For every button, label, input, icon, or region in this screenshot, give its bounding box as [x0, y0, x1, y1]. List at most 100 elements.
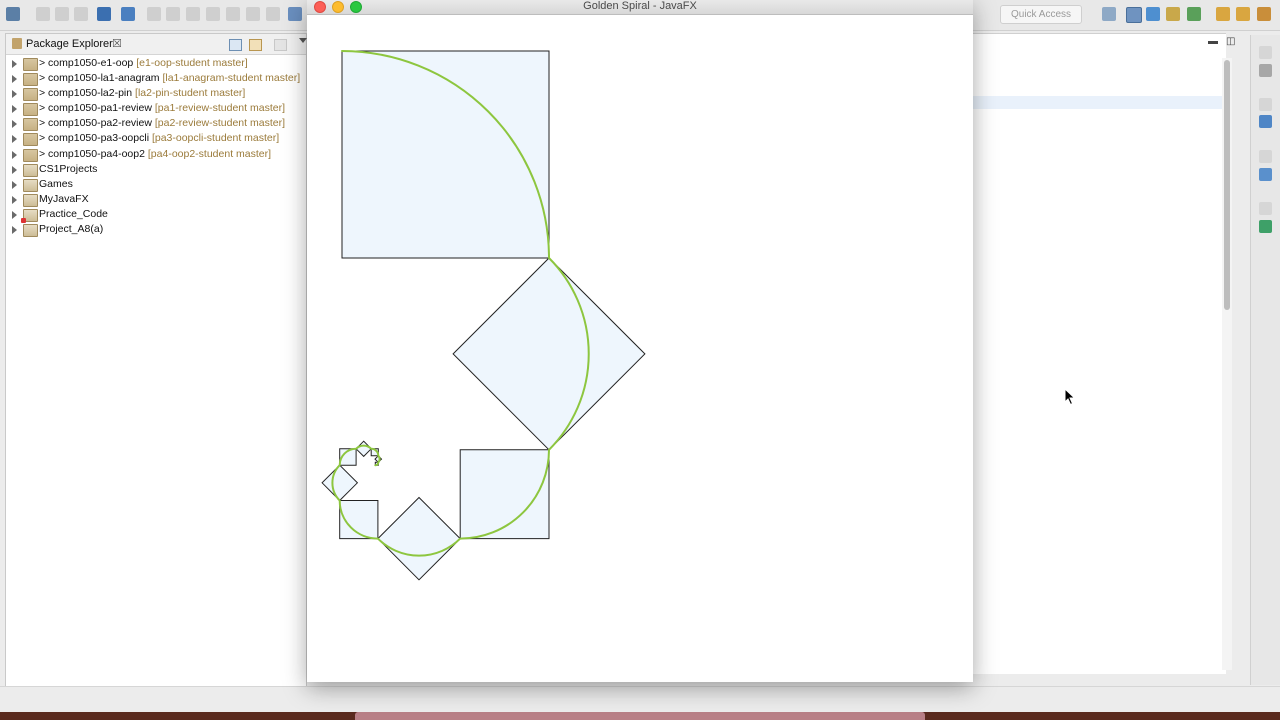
expand-arrow-icon[interactable]: [12, 135, 17, 144]
tree-item-label: CS1Projects: [39, 162, 97, 177]
resume-icon[interactable]: [147, 7, 161, 21]
open-folder-icon[interactable]: [1216, 7, 1230, 21]
maximize-icon[interactable]: ◫: [1226, 36, 1235, 47]
skip-breakpoints-icon[interactable]: [121, 7, 135, 21]
restore-4-icon[interactable]: [1259, 202, 1272, 215]
disconnect-icon[interactable]: [206, 7, 220, 21]
tree-item-label: Games: [39, 177, 73, 192]
dock[interactable]: [355, 712, 925, 720]
open-folder-2-icon[interactable]: [1236, 7, 1250, 21]
git-project-icon: [23, 88, 38, 102]
print-icon[interactable]: [74, 7, 88, 21]
tree-item[interactable]: > comp1050-la2-pin [la2-pin-student mast…: [6, 86, 306, 102]
golden-square: [459, 449, 550, 540]
tree-item[interactable]: > comp1050-la1-anagram [la1-anagram-stud…: [6, 71, 306, 87]
expand-arrow-icon[interactable]: [12, 75, 17, 84]
java-perspective-icon[interactable]: [1126, 7, 1142, 23]
right-trim-stack: [1250, 35, 1280, 685]
tree-item[interactable]: Project_A8(a): [6, 222, 306, 238]
expand-arrow-icon[interactable]: [12, 105, 17, 114]
tree-item[interactable]: Practice_Code: [6, 207, 306, 223]
terminal-icon[interactable]: [97, 7, 111, 21]
collapse-all-icon[interactable]: [229, 39, 242, 51]
download-icon[interactable]: [1259, 220, 1272, 233]
mouse-cursor-icon: [1064, 388, 1076, 406]
quick-access-field[interactable]: Quick Access: [1000, 5, 1082, 24]
open-perspective-icon[interactable]: [1102, 7, 1116, 21]
tree-item[interactable]: MyJavaFX: [6, 192, 306, 207]
restore-3-icon[interactable]: [1259, 150, 1272, 163]
spiral-canvas: [321, 50, 646, 581]
git-project-icon: [23, 118, 38, 132]
tree-item[interactable]: CS1Projects: [6, 162, 306, 177]
tree-item-label: > comp1050-pa4-oop2 [pa4-oop2-student ma…: [39, 147, 271, 162]
tree-item[interactable]: > comp1050-pa2-review [pa2-review-studen…: [6, 116, 306, 132]
project-name: Project_A8(a): [39, 223, 104, 236]
expand-arrow-icon[interactable]: [12, 150, 17, 159]
git-perspective-icon[interactable]: [1166, 7, 1180, 21]
project-name: CS1Projects: [39, 162, 98, 175]
package-explorer-header: Package Explorer ☒: [6, 34, 307, 55]
tree-item[interactable]: > comp1050-pa4-oop2 [pa4-oop2-student ma…: [6, 147, 306, 162]
tree-item-label: > comp1050-pa2-review [pa2-review-studen…: [39, 116, 285, 131]
restore-icon[interactable]: [1259, 46, 1272, 59]
focus-icon[interactable]: [274, 39, 287, 51]
window-titlebar[interactable]: Golden Spiral - JavaFX: [307, 0, 973, 15]
javafx-window: Golden Spiral - JavaFX: [307, 0, 973, 682]
expand-arrow-icon[interactable]: [12, 120, 17, 129]
suspend-icon[interactable]: [166, 7, 180, 21]
step-into-icon[interactable]: [226, 7, 240, 21]
minimize-icon[interactable]: ▬: [1208, 36, 1218, 47]
expand-arrow-icon[interactable]: [12, 90, 17, 99]
package-explorer-panel: Package Explorer ☒ > comp1050-e1-oop [e1…: [5, 33, 307, 688]
debug-perspective-icon[interactable]: [1187, 7, 1201, 21]
git-branch-label: [pa3-oopcli-student master]: [149, 132, 280, 145]
tree-item[interactable]: > comp1050-pa1-review [pa1-review-studen…: [6, 101, 306, 117]
task-list-icon[interactable]: [1259, 115, 1272, 128]
expand-arrow-icon[interactable]: [12, 165, 17, 174]
project-name: > comp1050-la2-pin: [39, 87, 133, 100]
save-icon[interactable]: [36, 7, 50, 21]
expand-arrow-icon[interactable]: [12, 195, 17, 204]
expand-arrow-icon[interactable]: [12, 226, 17, 235]
restore-2-icon[interactable]: [1259, 98, 1272, 111]
git-project-icon: [23, 133, 38, 147]
java-project-icon: [23, 193, 38, 207]
project-name: > comp1050-pa2-review: [39, 117, 152, 130]
expand-arrow-icon[interactable]: [12, 60, 17, 68]
git-branch-label: [la2-pin-student master]: [132, 87, 246, 100]
tree-item-label: Practice_Code: [39, 207, 108, 222]
tree-item-label: > comp1050-la1-anagram [la1-anagram-stud…: [39, 71, 300, 86]
python-perspective-icon[interactable]: [1146, 7, 1160, 21]
step-return-icon[interactable]: [266, 7, 280, 21]
close-view-icon[interactable]: ☒: [112, 37, 122, 50]
java-project-error-icon: [21, 208, 38, 223]
git-branch-label: [pa4-oop2-student master]: [144, 147, 272, 160]
editor-scrollbar-thumb[interactable]: [1224, 60, 1230, 310]
view-menu-icon[interactable]: [299, 38, 307, 43]
package-explorer-title[interactable]: Package Explorer: [26, 38, 113, 50]
tree-item[interactable]: Games: [6, 177, 306, 192]
tree-item[interactable]: > comp1050-e1-oop [e1-oop-student master…: [6, 56, 306, 71]
java-project-icon: [23, 178, 38, 192]
new-wizard-icon[interactable]: [6, 7, 20, 21]
save-all-icon[interactable]: [55, 7, 69, 21]
git-project-icon: [23, 148, 38, 162]
tree-item-label: > comp1050-pa3-oopcli [pa3-oopcli-studen…: [39, 131, 279, 146]
project-name: Games: [39, 177, 73, 190]
git-branch-label: [pa1-review-student master]: [151, 102, 285, 115]
terminate-icon[interactable]: [186, 7, 200, 21]
git-project-icon: [23, 103, 38, 117]
expand-arrow-icon[interactable]: [12, 210, 17, 219]
toggle-icon[interactable]: [288, 7, 302, 21]
tree-item[interactable]: > comp1050-pa3-oopcli [pa3-oopcli-studen…: [6, 131, 306, 147]
project-name: > comp1050-pa3-oopcli: [39, 132, 150, 145]
run-tool-icon[interactable]: [1257, 7, 1271, 21]
expand-arrow-icon[interactable]: [12, 180, 17, 189]
tree-item-label: Project_A8(a): [39, 222, 103, 237]
link-with-editor-icon[interactable]: [249, 39, 262, 51]
outline-view-icon[interactable]: [1259, 64, 1272, 77]
hierarchy-icon[interactable]: [1259, 168, 1272, 181]
step-over-icon[interactable]: [246, 7, 260, 21]
tree-item-label: MyJavaFX: [39, 192, 89, 207]
